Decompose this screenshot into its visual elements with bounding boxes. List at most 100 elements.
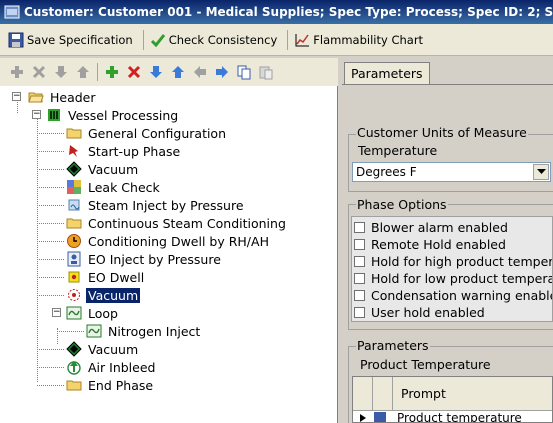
phase-option-label: Hold for low product temperature [371, 271, 552, 286]
toolbar-separator [142, 29, 144, 50]
vacuum-target-icon [68, 289, 80, 301]
tree-item-label: Loop [88, 305, 118, 321]
add-node-button-disabled[interactable] [6, 61, 28, 83]
add-node-button[interactable] [101, 61, 123, 83]
vacuum-diamond-icon [66, 341, 82, 357]
arrow-up-blue-icon [172, 66, 184, 78]
phase-option-checkbox[interactable] [354, 307, 365, 318]
tree-item[interactable]: Loop [66, 304, 120, 322]
move-right-button[interactable] [211, 61, 233, 83]
eo-dwell-icon [68, 271, 80, 283]
spec-tree[interactable]: − Header − Vessel Processing General Configu… [0, 86, 338, 423]
x-red-icon [127, 65, 141, 79]
phase-option[interactable]: Hold for low product temperature [354, 270, 552, 287]
tree-item[interactable]: EO Inject by Pressure [66, 250, 223, 268]
tree-item[interactable]: General Configuration [66, 124, 228, 142]
tree-item[interactable]: Vacuum [66, 286, 141, 304]
tree-connector [37, 349, 64, 350]
tree-item-label: Nitrogen Inject [108, 323, 201, 339]
tree-collapse-toggle[interactable]: − [32, 110, 41, 119]
parameters-grid[interactable]: Prompt Product temperature [352, 376, 553, 423]
copy-icon [237, 65, 251, 80]
move-down-button[interactable] [145, 61, 167, 83]
phase-option[interactable]: Blower alarm enabled [354, 219, 508, 236]
tree-item[interactable]: End Phase [66, 376, 155, 394]
tree-item-label: Leak Check [88, 179, 160, 195]
save-specification-button[interactable]: Save Specification [8, 32, 133, 48]
tree-toolbar [0, 58, 338, 86]
startup-icon [69, 145, 78, 157]
folder-icon [66, 218, 82, 229]
phase-option-checkbox[interactable] [354, 222, 365, 233]
temperature-select[interactable]: Degrees F [352, 162, 551, 182]
flammability-chart-button[interactable]: Flammability Chart [294, 32, 423, 48]
tree-item-label: Conditioning Dwell by RH/AH [88, 233, 269, 249]
phase-option-checkbox[interactable] [354, 273, 365, 284]
folder-icon [66, 380, 82, 391]
copy-button[interactable] [233, 61, 255, 83]
tree-item[interactable]: Nitrogen Inject [86, 322, 202, 340]
tree-connector [37, 385, 64, 386]
phase-option[interactable]: User hold enabled [354, 304, 485, 321]
grid-row-header-cell [353, 377, 373, 411]
move-left-button-disabled[interactable] [189, 61, 211, 83]
tree-collapse-toggle[interactable]: − [52, 308, 61, 317]
tree-item[interactable]: EO Dwell [66, 268, 146, 286]
save-specification-label: Save Specification [27, 32, 133, 47]
phase-option[interactable]: Remote Hold enabled [354, 236, 506, 253]
vacuum-diamond-icon [66, 161, 82, 177]
phase-option-checkbox[interactable] [354, 256, 365, 267]
toolbar-separator [97, 63, 98, 81]
phase-options-title: Phase Options [356, 197, 448, 212]
grid-cell-prompt[interactable]: Product temperature [393, 411, 522, 422]
grid-header: Prompt [353, 377, 552, 411]
phase-option-label: User hold enabled [371, 305, 485, 320]
tree-item[interactable]: Vessel Processing [46, 106, 180, 124]
grid-header-prompt[interactable]: Prompt [393, 377, 552, 411]
tree-item[interactable]: Conditioning Dwell by RH/AH [66, 232, 271, 250]
arrow-left-gray-icon [194, 66, 206, 78]
move-up-button-disabled[interactable] [72, 61, 94, 83]
tree-item-label: End Phase [88, 377, 154, 393]
tree-item[interactable]: Vacuum [66, 160, 140, 178]
arrow-right-blue-icon [216, 66, 228, 78]
tree-connector [57, 331, 84, 332]
tree-item[interactable]: Start-up Phase [66, 142, 182, 160]
tree-item-label: Vacuum [88, 341, 139, 357]
folder-icon [66, 128, 82, 139]
tree-item-label: Header [50, 89, 96, 105]
title-bar[interactable]: Customer: Customer 001 - Medical Supplie… [0, 0, 553, 24]
tree-item[interactable]: Leak Check [66, 178, 162, 196]
tree-item[interactable]: Air Inbleed [66, 358, 157, 376]
delete-node-button-disabled[interactable] [28, 61, 50, 83]
clock-icon [67, 234, 81, 248]
leak-check-icon [67, 180, 81, 194]
temperature-dropdown-button[interactable] [533, 164, 549, 180]
delete-node-button[interactable] [123, 61, 145, 83]
move-down-button-disabled[interactable] [50, 61, 72, 83]
tree-item[interactable]: Vacuum [66, 340, 140, 358]
phase-option[interactable]: Hold for high product temperature [354, 253, 552, 270]
tree-collapse-toggle[interactable]: − [12, 92, 21, 101]
grid-row[interactable]: Product temperature [353, 411, 552, 422]
tree-item[interactable]: Steam Inject by Pressure [66, 196, 246, 214]
phase-option-checkbox[interactable] [354, 239, 365, 250]
nitrogen-icon [86, 324, 102, 338]
move-up-button[interactable] [167, 61, 189, 83]
check-consistency-button[interactable]: Check Consistency [150, 32, 277, 48]
tree-item-label: Vacuum [86, 287, 141, 303]
phase-option[interactable]: Condensation warning enabled [354, 287, 552, 304]
tree-connector [37, 187, 64, 188]
floppy-disk-icon [8, 32, 24, 47]
arrow-down-blue-icon [150, 66, 162, 78]
tree-item-label: Vessel Processing [68, 107, 179, 123]
phase-option-checkbox[interactable] [354, 290, 365, 301]
tree-item[interactable]: Continuous Steam Conditioning [66, 214, 288, 232]
tree-connector [37, 223, 64, 224]
tree-item-label: Steam Inject by Pressure [88, 197, 244, 213]
vessel-icon [48, 109, 60, 121]
tree-item[interactable]: Header [28, 88, 98, 106]
paste-button-disabled[interactable] [255, 61, 277, 83]
tree-item-label: Continuous Steam Conditioning [88, 215, 286, 231]
tab-parameters[interactable]: Parameters [344, 62, 430, 84]
